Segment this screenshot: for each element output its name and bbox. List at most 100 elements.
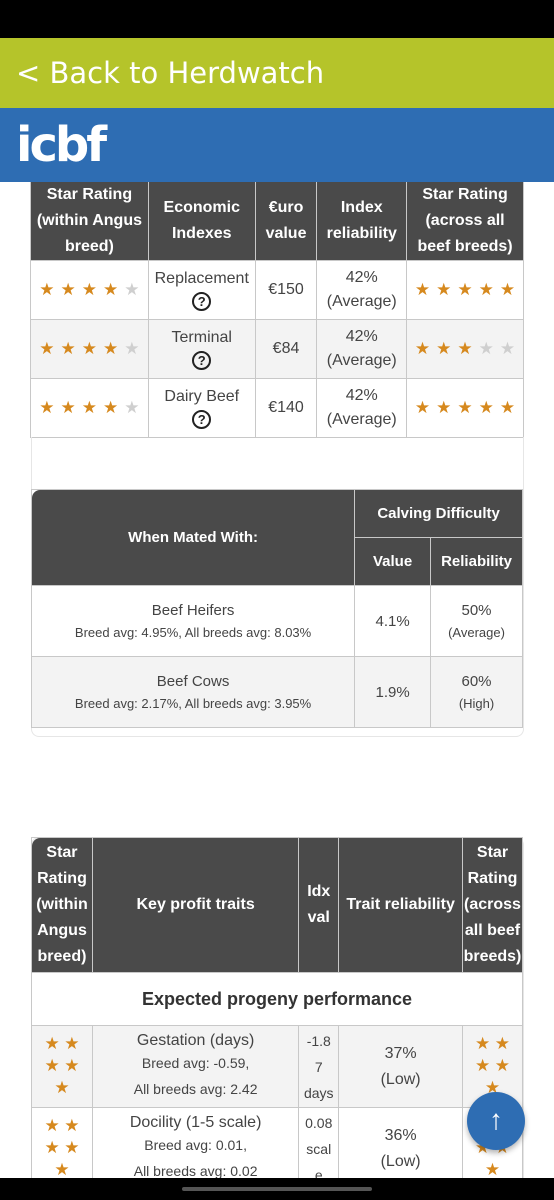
reliability-cell: 42% (Average): [316, 260, 408, 320]
reliability-cell: 37% (Low): [338, 1025, 463, 1108]
stars-across-replacement: ★ ★ ★ ★ ★: [406, 260, 524, 320]
reliability-percent: 37%: [384, 1044, 417, 1062]
economic-index-table: Star Rating (within Angus breed) Economi…: [30, 182, 524, 438]
header-star-rating-across: Star Rating (across all beef breeds): [461, 837, 524, 973]
stars-across-dairy-beef: ★ ★ ★ ★ ★: [406, 378, 524, 438]
header-economic-indexes: Economic Indexes: [147, 182, 256, 261]
trait-breed-avg: Breed avg: 0.01,: [144, 1136, 247, 1153]
question-circle-icon[interactable]: ?: [192, 409, 212, 429]
index-name-cell: Dairy Beef?: [147, 378, 256, 438]
header-star-rating-within: Star Rating (within Angus breed): [31, 837, 93, 973]
stars-within-gestation: ★ ★ ★ ★ ★: [31, 1025, 93, 1108]
stars-across-terminal: ★ ★ ★ ★ ★: [406, 319, 524, 379]
scroll-to-top-button[interactable]: ↑: [467, 1092, 525, 1150]
status-bar: [0, 0, 554, 38]
trait-name: Docility (1-5 scale): [129, 1113, 262, 1131]
trait-all-breeds-avg: All breeds avg: 0.02: [133, 1162, 258, 1179]
euro-value: €140: [254, 378, 318, 438]
calving-difficulty-table: When Mated With: Calving Difficulty Valu…: [30, 489, 523, 728]
reliability-percent: 50%: [461, 602, 492, 619]
mated-with-averages: Breed avg: 4.95%, All breeds avg: 8.03%: [74, 625, 312, 640]
reliability-percent: 36%: [384, 1126, 417, 1144]
stars-within-terminal: ★ ★ ★ ★ ★: [30, 319, 149, 379]
header-star-rating-within: Star Rating (within Angus breed): [30, 182, 149, 261]
reliability-percent: 42%: [345, 269, 378, 286]
key-profit-traits-table: Star Rating (within Angus breed) Key pro…: [31, 837, 524, 1179]
reliability-level: (Low): [380, 1070, 421, 1088]
reliability-cell: 42% (Average): [316, 319, 408, 379]
reliability-percent: 60%: [461, 673, 492, 690]
idx-line: 0.08: [305, 1114, 333, 1131]
table-row: ★ ★ ★ ★ ★ Replacement? €150 42% (Average) ★ ★ ★…: [30, 260, 524, 320]
arrow-up-icon: ↑: [489, 1104, 503, 1135]
reliability-level: (Average): [448, 625, 505, 640]
header-when-mated-with: When Mated With:: [30, 489, 356, 586]
header-euro-value: €uro value: [254, 182, 318, 261]
reliability-level: (High): [458, 696, 495, 711]
header-idx-val: Idx val: [298, 837, 340, 973]
table-row: ★ ★ ★ ★ ★ Dairy Beef? €140 42% (Average) ★ ★ ★ ★…: [30, 378, 524, 438]
icbf-logo: icbf: [16, 117, 107, 173]
table-row: ★ ★ ★ ★ ★ Docility (1-5 scale) Breed avg: 0…: [31, 1107, 524, 1179]
system-nav-bar: [0, 1178, 554, 1200]
reliability-level: (Average): [326, 352, 397, 369]
table-row: ★ ★ ★ ★ ★ Terminal? €84 42% (Average) ★ ★ ★ ★ ★: [30, 319, 524, 379]
question-circle-icon[interactable]: ?: [192, 350, 212, 370]
table-row: Beef Heifers Breed avg: 4.95%, All breeds…: [30, 585, 523, 657]
trait-all-breeds-avg: All breeds avg: 2.42: [133, 1080, 258, 1097]
header-star-rating-across: Star Rating (across all beef breeds): [406, 182, 524, 261]
mated-with-name: Beef Cows: [156, 673, 230, 690]
mated-with-cell: Beef Heifers Breed avg: 4.95%, All breeds…: [30, 585, 356, 657]
home-handle[interactable]: [182, 1187, 372, 1191]
idx-value: 0.08 scal e: [298, 1107, 340, 1179]
stars-within-dairy-beef: ★ ★ ★ ★ ★: [30, 378, 149, 438]
trait-cell: Docility (1-5 scale) Breed avg: 0.01, All …: [91, 1107, 300, 1179]
mated-with-cell: Beef Cows Breed avg: 2.17%, All breeds av…: [30, 656, 356, 728]
reliability-level: (Average): [326, 411, 397, 428]
reliability-cell: 42% (Average): [316, 378, 408, 438]
trait-breed-avg: Breed avg: -0.59,: [141, 1054, 250, 1071]
trait-cell: Gestation (days) Breed avg: -0.59, All bre…: [91, 1025, 300, 1108]
mated-with-averages: Breed avg: 2.17%, All breeds avg: 3.95%: [74, 696, 312, 711]
stars-within-docility: ★ ★ ★ ★ ★: [31, 1107, 93, 1178]
euro-value: €150: [254, 260, 318, 320]
header-logo-bar: icbf: [0, 108, 554, 182]
header-reliability: Reliability: [430, 537, 523, 586]
reliability-cell: 36% (Low): [338, 1107, 463, 1178]
idx-line: -1.8: [306, 1032, 331, 1049]
idx-line: days: [303, 1084, 334, 1101]
reliability-percent: 42%: [345, 328, 378, 345]
idx-line: 7: [314, 1058, 323, 1075]
header-calving-difficulty: Calving Difficulty: [354, 489, 523, 538]
calving-value: 4.1%: [354, 585, 432, 657]
index-name-cell: Terminal?: [147, 319, 256, 379]
reliability-level: (Average): [326, 293, 397, 310]
back-label: < Back to Herdwatch: [16, 56, 325, 90]
stars-within-replacement: ★ ★ ★ ★ ★: [30, 260, 149, 320]
section-title: Expected progeny performance: [31, 972, 523, 1026]
main-content: Star Rating (within Angus breed) Economi…: [0, 182, 554, 1178]
calving-value: 1.9%: [354, 656, 432, 728]
mated-with-name: Beef Heifers: [151, 602, 235, 619]
header-key-profit-traits: Key profit traits: [91, 837, 300, 973]
euro-value: €84: [254, 319, 318, 379]
reliability-cell: 60% (High): [430, 656, 523, 728]
table-row: ★ ★ ★ ★ ★ Gestation (days) Breed avg: -0.59…: [31, 1025, 524, 1108]
reliability-percent: 42%: [345, 387, 378, 404]
reliability-cell: 50% (Average): [430, 585, 523, 657]
index-name: Terminal: [171, 328, 232, 346]
back-to-herdwatch-link[interactable]: < Back to Herdwatch: [0, 38, 554, 108]
trait-name: Gestation (days): [136, 1031, 255, 1049]
index-name: Replacement: [154, 269, 249, 287]
header-trait-reliability: Trait reliability: [338, 837, 463, 973]
question-circle-icon[interactable]: ?: [192, 291, 212, 311]
idx-line: e: [314, 1166, 323, 1179]
idx-line: scal: [306, 1140, 332, 1157]
reliability-level: (Low): [380, 1152, 421, 1170]
idx-value: -1.8 7 days: [298, 1025, 340, 1108]
index-name: Dairy Beef: [164, 387, 240, 405]
table-row: Beef Cows Breed avg: 2.17%, All breeds av…: [30, 656, 523, 728]
header-index-reliability: Index reliability: [316, 182, 408, 261]
header-value: Value: [354, 537, 432, 586]
index-name-cell: Replacement?: [147, 260, 256, 320]
